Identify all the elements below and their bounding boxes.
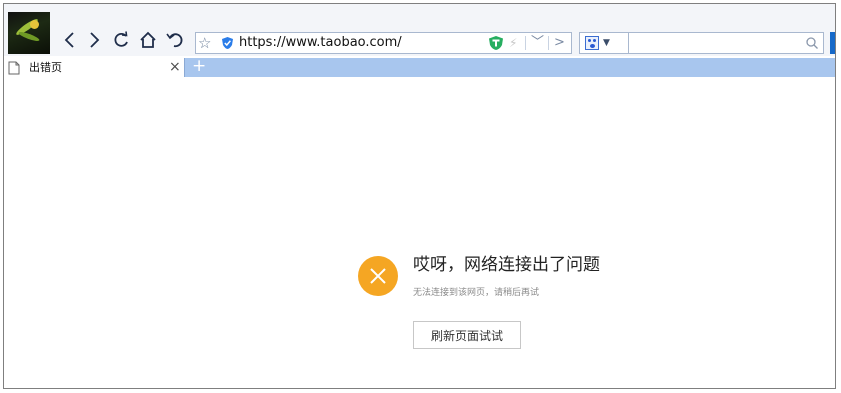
- undo-close-button[interactable]: [164, 29, 186, 51]
- tab-bar: 出错页 × +: [4, 57, 835, 77]
- browser-toolbar: ☆ https://www.taobao.com/ ⚡ ﹀ > ▼: [4, 4, 835, 56]
- error-icon: [358, 256, 398, 296]
- home-icon: [140, 31, 156, 48]
- refresh-icon: [114, 31, 128, 47]
- forward-button[interactable]: [83, 29, 105, 51]
- error-subtitle: 无法连接到该网页，请稍后再试: [413, 288, 540, 298]
- ext-shield-icon[interactable]: [488, 35, 504, 51]
- refresh-button[interactable]: [110, 29, 132, 51]
- search-input[interactable]: [628, 32, 824, 54]
- page-icon: [8, 61, 20, 75]
- star-icon[interactable]: ☆: [198, 34, 211, 52]
- sidebar-toggle[interactable]: [830, 32, 835, 54]
- url-text[interactable]: https://www.taobao.com/: [239, 35, 402, 51]
- address-bar[interactable]: ☆ https://www.taobao.com/ ⚡ ﹀ >: [195, 32, 572, 54]
- tab-error-page[interactable]: 出错页 ×: [4, 58, 185, 77]
- dropdown-arrow-icon: ▼: [603, 38, 610, 48]
- undo-icon: [166, 33, 183, 48]
- close-icon[interactable]: ×: [169, 59, 181, 75]
- forward-icon: [90, 32, 100, 48]
- error-title: 哎呀，网络连接出了问题: [413, 255, 600, 275]
- new-tab-button[interactable]: +: [192, 57, 206, 76]
- search-engine-button[interactable]: ▼: [579, 32, 629, 54]
- chevron-down-icon[interactable]: ﹀: [531, 35, 544, 51]
- home-button[interactable]: [137, 29, 159, 51]
- user-avatar[interactable]: [8, 12, 50, 54]
- baidu-paw-icon: [585, 36, 599, 50]
- chevron-right-icon[interactable]: >: [554, 35, 565, 51]
- tab-label: 出错页: [29, 61, 62, 74]
- bolt-icon[interactable]: ⚡: [509, 35, 517, 51]
- divider: [525, 36, 526, 50]
- browser-window: ☆ https://www.taobao.com/ ⚡ ﹀ > ▼ 出错页 × …: [3, 3, 836, 389]
- shield-icon: [222, 37, 233, 49]
- back-button[interactable]: [59, 29, 81, 51]
- close-icon: [370, 268, 386, 284]
- refresh-page-button[interactable]: 刷新页面试试: [413, 321, 521, 349]
- back-icon: [64, 32, 74, 48]
- search-icon[interactable]: [805, 36, 819, 50]
- page-content: 哎呀，网络连接出了问题 无法连接到该网页，请稍后再试 刷新页面试试: [4, 77, 835, 388]
- divider: [548, 36, 549, 50]
